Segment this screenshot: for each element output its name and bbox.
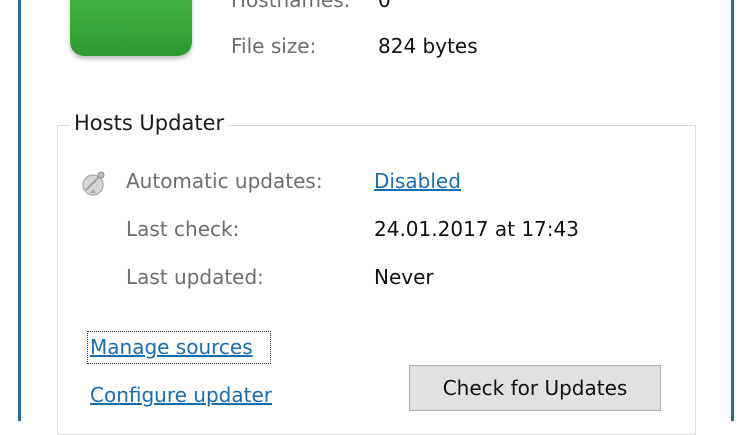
configure-updater-link[interactable]: Configure updater (90, 383, 272, 407)
last-check-value: 24.01.2017 at 17:43 (374, 217, 579, 241)
last-check-label: Last check: (126, 217, 240, 241)
hosts-updater-panel: Hostnames: 0 File size: 824 bytes Hosts … (0, 0, 750, 435)
automatic-updates-link[interactable]: Disabled (374, 169, 461, 193)
window-border-left (18, 0, 21, 421)
file-size-value: 824 bytes (378, 34, 478, 58)
hostnames-label: Hostnames: (231, 0, 351, 12)
hostsman-app-icon (70, 0, 192, 56)
last-updated-label: Last updated: (126, 265, 264, 289)
automatic-updates-label: Automatic updates: (126, 169, 323, 193)
last-updated-value: Never (374, 265, 434, 289)
window-border-right (731, 0, 734, 421)
hosts-updater-title: Hosts Updater (70, 111, 229, 135)
file-size-label: File size: (231, 34, 317, 58)
check-for-updates-button[interactable]: Check for Updates (409, 365, 661, 411)
manage-sources-link[interactable]: Manage sources (90, 335, 253, 359)
h-letter-glyph (106, 0, 156, 2)
hostnames-value: 0 (378, 0, 391, 12)
satellite-dish-icon (82, 171, 105, 196)
